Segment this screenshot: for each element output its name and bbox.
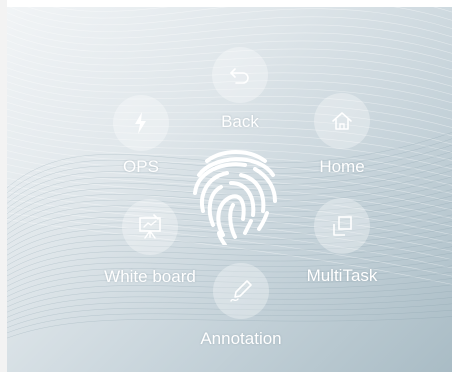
home-label: Home [319,157,365,176]
floating-menu-screen: Back OPS Home White board MultiTask Anno… [7,7,452,372]
back-arrow-icon [230,68,249,84]
left-edge [0,0,7,372]
home-button[interactable]: Home [303,93,381,177]
back-label: Back [221,112,259,131]
lightning-icon [135,112,146,134]
multitask-button[interactable]: MultiTask [292,198,392,286]
wave-line [9,7,452,30]
top-edge [0,0,452,7]
wave-line [52,7,452,13]
multitask-circle[interactable] [314,198,370,254]
whiteboard-circle[interactable] [122,199,178,255]
ops-button[interactable]: OPS [111,95,171,177]
multitask-label: MultiTask [306,266,378,285]
annotation-circle[interactable] [213,263,269,319]
back-circle[interactable] [212,47,268,103]
home-circle[interactable] [314,93,370,149]
pen-icon [230,280,252,302]
annotation-button[interactable]: Annotation [183,263,299,349]
home-icon [332,112,352,130]
wave-line [7,19,452,46]
ops-label: OPS [123,157,159,176]
annotation-label: Annotation [200,329,282,348]
whiteboard-icon [139,214,161,239]
multitask-icon [333,216,352,236]
ops-circle[interactable] [113,95,169,151]
back-button[interactable]: Back [205,47,275,132]
